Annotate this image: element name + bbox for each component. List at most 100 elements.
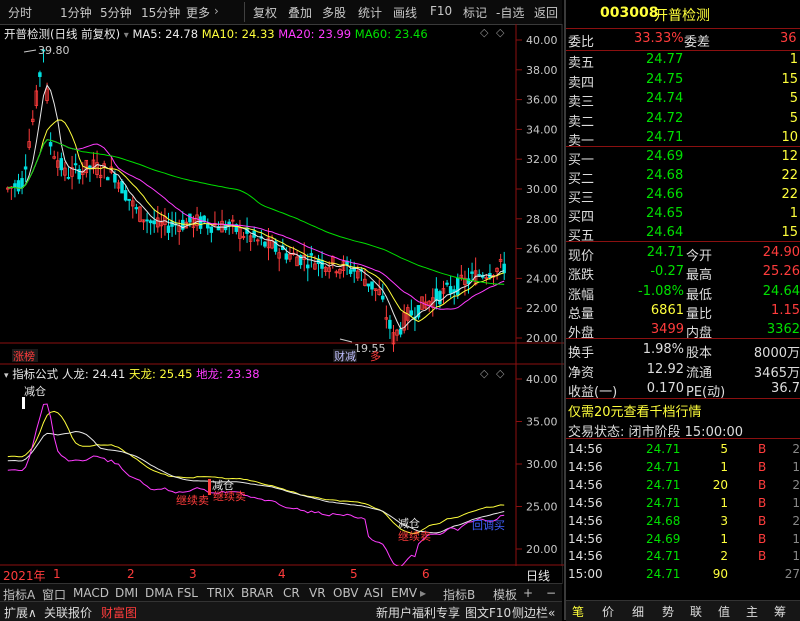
promo-link[interactable]: 仅需20元查看千档行情 xyxy=(568,401,702,420)
draw-line-button[interactable]: 画线 xyxy=(393,4,417,21)
tab-main[interactable]: 主 xyxy=(746,603,758,620)
tab-trend[interactable]: 势 xyxy=(662,603,674,620)
remove-indicator-button[interactable]: − xyxy=(546,586,556,600)
wealth-chart-button[interactable]: 财富图 xyxy=(101,604,137,621)
buy-level-volume: 12 xyxy=(781,149,798,164)
more-arrow-icon[interactable]: › xyxy=(214,4,219,18)
multi-stock-button[interactable]: 多股 xyxy=(322,4,346,21)
y-tick-label: 25.00 xyxy=(526,501,558,514)
trade-time: 14:56 xyxy=(568,495,603,510)
trade-price: 24.69 xyxy=(646,531,681,546)
sidebar-toggle-button[interactable]: 侧边栏« xyxy=(512,604,555,621)
trade-direction: B xyxy=(758,531,767,546)
tab-dmi[interactable]: DMI xyxy=(115,586,138,600)
sell-level-price: 24.77 xyxy=(646,52,684,67)
tab-trades[interactable]: 笔 xyxy=(572,603,584,620)
trade-row: 14:56 24.71 2 B 1 xyxy=(566,548,800,566)
annotation-keep-sell: 继续卖 xyxy=(176,493,209,507)
y-tick-label: 30.00 xyxy=(526,458,558,471)
time-month-3: 3 xyxy=(189,567,197,581)
trade-direction: B xyxy=(758,513,767,528)
chart-toolbar: 分时 1分钟 5分钟 15分钟 更多 › 复权 叠加 多股 统计 画线 F10 … xyxy=(0,0,562,25)
tab-cr[interactable]: CR xyxy=(283,586,300,600)
tab-value[interactable]: 值 xyxy=(718,603,730,620)
buy-level-price: 24.66 xyxy=(646,187,684,202)
tab-more[interactable]: 更多 xyxy=(186,4,210,21)
tag-mid[interactable]: 财减 xyxy=(334,349,356,363)
tab-asi[interactable]: ASI xyxy=(364,586,383,600)
ma10-line xyxy=(7,119,505,323)
trade-row: 14:56 24.71 5 B 2 xyxy=(566,441,800,459)
y-tick-label: 35.00 xyxy=(526,416,558,429)
tab-dma[interactable]: DMA xyxy=(145,586,173,600)
trade-volume: 1 xyxy=(720,495,728,510)
restore-rights-button[interactable]: 复权 xyxy=(253,4,277,21)
y-tick-label: 30.00 xyxy=(526,183,558,196)
trade-price: 24.71 xyxy=(646,549,681,564)
tab-vr[interactable]: VR xyxy=(309,586,326,600)
trade-volume: 20 xyxy=(712,477,728,492)
trade-row: 14:56 24.69 1 B 1 xyxy=(566,531,800,549)
trade-time: 15:00 xyxy=(568,567,603,582)
stat-row: 收益(一) 0.170 PE(动) 36.7 xyxy=(566,378,800,400)
status-bar: 扩展∧ 关联报价 财富图 新用户福利专享 图文F10 侧边栏« xyxy=(0,601,562,621)
trade-time: 14:56 xyxy=(568,442,603,456)
tab-macd[interactable]: MACD xyxy=(73,586,109,600)
tab-linked[interactable]: 联 xyxy=(690,603,702,620)
weibi-row: 委比 33.33% 委差 36 xyxy=(566,28,800,51)
y-tick-label: 28.00 xyxy=(526,213,558,226)
f10-button[interactable]: F10 xyxy=(430,4,452,18)
remove-favorite-button[interactable]: -自选 xyxy=(496,4,524,21)
stat-value: 0.170 xyxy=(646,381,684,396)
sell-level-volume: 10 xyxy=(781,130,798,145)
y-tick-label: 34.00 xyxy=(526,123,558,136)
tab-trix[interactable]: TRIX xyxy=(207,586,234,600)
tab-more-arrow-icon[interactable]: ▸ xyxy=(420,586,426,600)
kline-chart[interactable]: 39.80 19.55 涨榜 财减 多 减仓 继续卖 减仓 继续卖 减仓 继续卖… xyxy=(0,24,564,584)
y-tick-label: 40.00 xyxy=(526,373,558,386)
period-label[interactable]: 日线 xyxy=(526,567,550,584)
tab-15min[interactable]: 15分钟 xyxy=(141,4,180,21)
annotation-reduce: 减仓 xyxy=(24,384,46,398)
buy-level-volume: 22 xyxy=(781,187,798,202)
stock-code: 003008 xyxy=(600,5,659,21)
stat-value: 25.26 xyxy=(762,264,800,280)
tab-obv[interactable]: OBV xyxy=(333,586,359,600)
tab-fsl[interactable]: FSL xyxy=(177,586,198,600)
tag-mid2[interactable]: 多 xyxy=(370,349,381,363)
tab-detail[interactable]: 细 xyxy=(632,603,644,620)
time-month-4: 4 xyxy=(278,567,286,581)
add-indicator-button[interactable]: + xyxy=(523,586,533,600)
stat-value: 12.92 xyxy=(646,361,684,377)
ma-lines xyxy=(7,84,505,330)
expand-button[interactable]: 扩展∧ xyxy=(4,604,37,621)
y-tick-label: 36.00 xyxy=(526,94,558,107)
high-marker: 39.80 xyxy=(23,44,70,57)
statistics-button[interactable]: 统计 xyxy=(358,4,382,21)
related-quote-button[interactable]: 关联报价 xyxy=(44,604,92,621)
y-tick-label: 22.00 xyxy=(526,302,558,315)
mark-button[interactable]: 标记 xyxy=(463,4,487,21)
weicha-label: 委差 xyxy=(684,35,711,50)
quote-panel: 003008 开普检测 委比 33.33% 委差 36 卖五 24.77 1 卖四 24… xyxy=(564,0,800,621)
trade-direction: B xyxy=(758,549,767,564)
tab-1min[interactable]: 1分钟 xyxy=(60,4,92,21)
tab-chips[interactable]: 筹 xyxy=(774,603,786,620)
stat-value: 6861 xyxy=(650,302,684,318)
tab-price[interactable]: 价 xyxy=(602,603,614,620)
tab-timeshare[interactable]: 分时 xyxy=(8,4,32,21)
tab-brar[interactable]: BRAR xyxy=(241,586,274,600)
stat-value: 3362 xyxy=(766,322,800,338)
time-month-6: 6 xyxy=(422,567,430,581)
new-user-promo-link[interactable]: 新用户福利专享 xyxy=(376,604,460,621)
f10-graphic-button[interactable]: 图文F10 xyxy=(465,604,511,621)
trade-row: 14:56 24.71 20 B 2 xyxy=(566,477,800,495)
tab-5min[interactable]: 5分钟 xyxy=(100,4,132,21)
divider xyxy=(566,398,800,399)
overlay-button[interactable]: 叠加 xyxy=(288,4,312,21)
tab-emv[interactable]: EMV xyxy=(391,586,417,600)
time-month-2: 2 xyxy=(127,567,135,581)
back-button[interactable]: 返回 xyxy=(534,4,558,21)
tag-left[interactable]: 涨榜 xyxy=(13,349,35,363)
trade-volume: 3 xyxy=(720,513,728,528)
